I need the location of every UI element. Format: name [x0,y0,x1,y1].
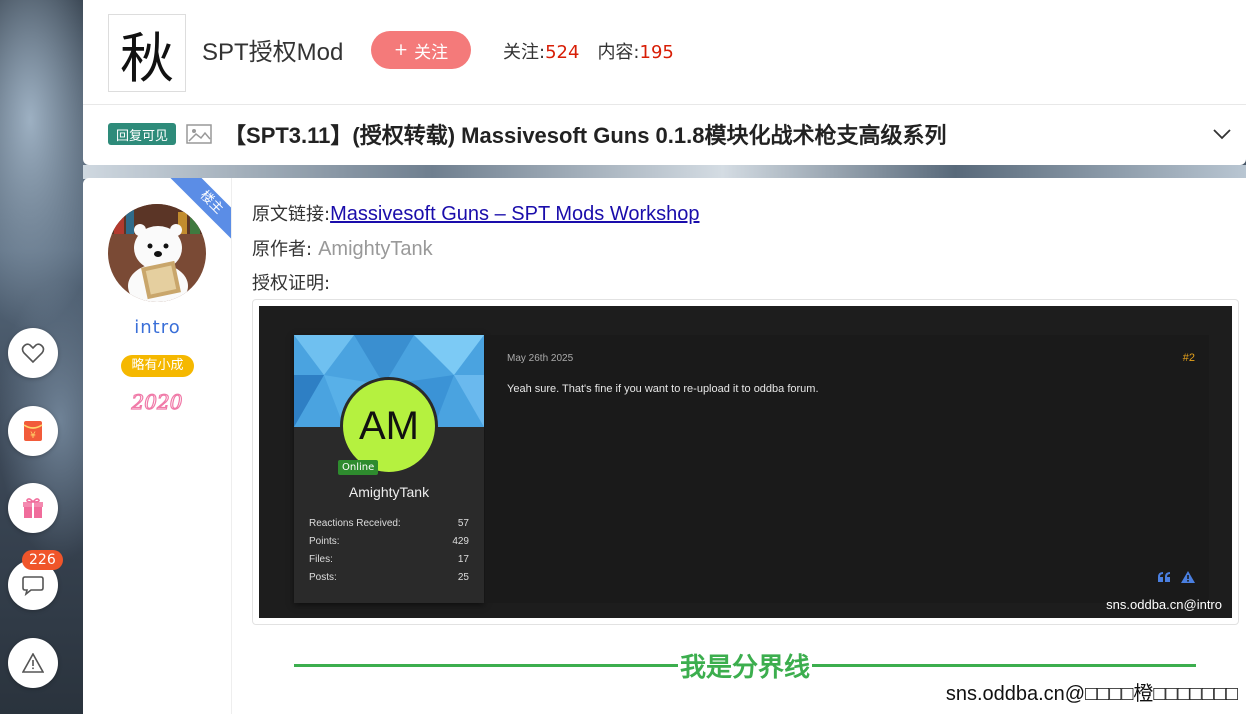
forum-name[interactable]: SPT授权Mod [202,32,343,67]
proof-username: AmightyTank [348,484,430,500]
online-badge: Online [338,460,379,475]
follow-stat: 关注:524 [503,42,580,63]
report-button[interactable] [8,638,58,688]
background-strip [83,165,1246,179]
proof-label: 授权证明: [252,273,331,294]
image-watermark: sns.oddba.cn@intro [1106,597,1222,612]
follow-button[interactable]: + 关注 [371,31,471,69]
svg-text:¥: ¥ [30,431,36,441]
page-watermark: sns.oddba.cn@□□□□橙□□□□□□□ [945,683,1238,705]
source-link-row: 原文链接:Massivesoft Guns – SPT Mods Worksho… [252,203,700,225]
original-author-row: 原作者: AmightyTank [252,238,433,260]
forum-header: 秋 SPT授权Mod + 关注 关注:524 内容:195 回复可见 【SPT3… [83,0,1246,165]
proof-message: May 26th 2025 #2 Yeah sure. That's fine … [485,335,1209,603]
chevron-down-icon[interactable] [1212,126,1232,142]
comment-count-badge: 226 [22,550,63,570]
forum-logo[interactable]: 秋 [108,14,186,92]
red-envelope-icon: ¥ [23,421,43,441]
heart-icon [21,343,45,364]
header-divider [83,104,1246,105]
author-username[interactable]: intro [83,317,232,338]
forum-stats: 关注:524 内容:195 [503,38,674,64]
proof-stats: Reactions Received: 57 Points: 429 Files: 1… [309,518,469,583]
source-link[interactable]: Massivesoft Guns – SPT Mods Workshop [330,203,699,225]
content-stat: 内容:195 [597,42,674,63]
svg-text:2020: 2020 [131,391,183,413]
reply-visible-badge: 回复可见 [108,123,177,145]
post-title: 【SPT3.11】(授权转载) Massivesoft Guns 0.1.8模块… [224,123,947,148]
comment-icon [22,576,44,596]
warning-icon [1181,571,1195,583]
reward-button[interactable]: ¥ [8,406,58,456]
authorization-proof-image[interactable]: AM Online AmightyTank Reactions Received… [252,299,1239,625]
post-card: 楼主 intro 略有小成 2020 原文链接:Massivesoft Guns… [83,178,1246,714]
author-panel: 楼主 intro 略有小成 2020 [83,178,232,714]
image-icon [186,124,212,144]
plus-icon: + [393,40,409,60]
follow-button-label: 关注 [414,42,449,63]
warning-icon [22,653,44,673]
like-button[interactable] [8,328,58,378]
comment-button[interactable]: 226 [8,550,63,610]
avatar[interactable] [108,204,206,302]
gift-button[interactable] [8,483,58,533]
medal-2020-icon: 2020 [130,391,183,413]
original-author-value: AmightyTank [318,238,433,260]
proof-profile-card: AM Online AmightyTank Reactions Received… [294,335,484,603]
post-title-row: 回复可见 【SPT3.11】(授权转载) Massivesoft Guns 0.… [108,118,1246,150]
quote-icon [1158,572,1170,582]
rank-badge: 略有小成 [121,355,194,377]
gift-icon [23,498,43,518]
